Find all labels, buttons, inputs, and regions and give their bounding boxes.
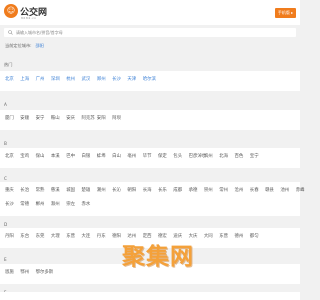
city-link[interactable]: 赣县 [265, 187, 274, 193]
city-link[interactable]: 北京 [5, 153, 14, 159]
city-link[interactable]: 深圳 [51, 76, 60, 82]
city-link[interactable]: 安宁 [36, 115, 45, 121]
current-location: 当前定位城市: 邵阳 [5, 43, 44, 49]
city-link[interactable]: 亳州 [127, 153, 136, 159]
city-link[interactable]: 保山 [36, 153, 45, 159]
city-link[interactable]: 北京 [5, 76, 14, 82]
watermark-logo: 聚集网 [122, 237, 194, 271]
city-link[interactable]: 东莞 [36, 233, 45, 239]
section-header-b: B [4, 141, 7, 146]
city-link[interactable]: 城固 [66, 187, 75, 193]
city-link[interactable]: 本溪 [51, 153, 60, 159]
footer-bar [0, 292, 300, 300]
city-link[interactable]: 保定 [158, 153, 167, 159]
city-link[interactable]: 长海 [143, 187, 152, 193]
city-link[interactable]: 都匀 [250, 233, 259, 239]
city-link[interactable]: 崇州 [204, 187, 213, 193]
city-link[interactable]: 宝鸡 [20, 153, 29, 159]
city-link[interactable]: 滁州 [51, 201, 60, 207]
city-link[interactable]: 沧州 [235, 187, 244, 193]
city-link[interactable]: 广州 [36, 76, 45, 82]
city-link[interactable]: 厦门 [5, 115, 14, 121]
city-link[interactable]: 郴州 [36, 201, 45, 207]
city-link[interactable]: 长乐 [158, 187, 167, 193]
current-city-link[interactable]: 邵阳 [36, 43, 44, 48]
section-a-cities: 厦门 安顺 安宁 鞍山 安庆 阿克苏 安阳 阿坝 [0, 110, 300, 130]
city-link[interactable]: 长治 [20, 187, 29, 193]
city-link[interactable]: 长沙 [112, 76, 121, 82]
city-link[interactable]: 东台 [20, 233, 29, 239]
search-icon [8, 29, 13, 35]
city-link[interactable]: 安阳 [97, 115, 106, 121]
city-link[interactable]: 北海 [219, 153, 228, 159]
city-link[interactable]: 慈溪 [51, 187, 60, 193]
city-link[interactable]: 楚雄 [82, 187, 91, 193]
city-link[interactable]: 阿坝 [112, 115, 121, 121]
city-link[interactable]: 鄂尔多斯 [36, 269, 54, 275]
city-link[interactable]: 东营 [66, 233, 75, 239]
city-link[interactable]: 承德 [189, 187, 198, 193]
city-link[interactable]: 毕节 [143, 153, 152, 159]
city-link[interactable]: 哈尔滨 [143, 76, 156, 82]
city-link[interactable]: 崇左 [66, 201, 75, 207]
city-link[interactable]: 包头 [173, 153, 182, 159]
city-link[interactable]: 杭州 [66, 76, 75, 82]
city-link[interactable]: 郑州 [97, 76, 106, 82]
mobile-version-button[interactable]: 手机版 ▸ [275, 8, 296, 18]
city-link[interactable]: 阿克苏 [82, 115, 95, 121]
city-link[interactable]: 宝宁 [250, 153, 259, 159]
search-input[interactable] [16, 28, 286, 37]
section-header-d: D [4, 222, 8, 227]
city-link[interactable]: 常德 [20, 201, 29, 207]
site-logo-subtext: 8684.cn [21, 16, 37, 20]
watermark-text: 聚集网 [122, 244, 194, 270]
city-link[interactable]: 重庆 [5, 187, 14, 193]
city-link[interactable]: 成都 [173, 187, 182, 193]
top-bar: ☺ 公交网 8684.cn 手机版 ▸ [0, 0, 300, 25]
city-link[interactable]: 赤水 [82, 201, 91, 207]
city-link[interactable]: 安庆 [66, 115, 75, 121]
city-link[interactable]: 白山 [112, 153, 121, 159]
city-link[interactable]: 巴中 [66, 153, 75, 159]
city-link[interactable]: 大同 [204, 233, 213, 239]
city-link[interactable]: 鞍山 [51, 115, 60, 121]
section-hot-cities: 北京 上海 广州 深圳 杭州 武汉 郑州 长沙 天津 哈尔滨 [0, 71, 300, 91]
section-header-a: A [4, 102, 7, 107]
city-link[interactable]: 大连 [82, 233, 91, 239]
section-c-cities: 重庆 长治 常熟 慈溪 城固 楚雄 潮州 长沁 朝阳 长海 长乐 成都 承德 崇州 常州 沧州 长春 赣县 池州 赤峰… [0, 182, 304, 216]
city-link[interactable]: 滨州 [204, 153, 213, 159]
search-bar[interactable] [4, 28, 296, 37]
city-link[interactable]: 天津 [127, 76, 136, 82]
city-link[interactable]: 德州 [235, 233, 244, 239]
city-link[interactable]: 德阳 [112, 233, 121, 239]
city-link[interactable]: 大理 [51, 233, 60, 239]
city-link[interactable]: 朝阳 [127, 187, 136, 193]
city-link[interactable]: 上海 [20, 76, 29, 82]
city-link[interactable]: 长春 [250, 187, 259, 193]
city-link[interactable]: 安顺 [20, 115, 29, 121]
city-link[interactable]: 潮州 [97, 187, 106, 193]
section-header-hot: 热门 [4, 62, 13, 67]
section-header-e: E [4, 257, 7, 262]
section-b-cities: 北京 宝鸡 保山 本溪 巴中 白银 蚌埠 白山 亳州 毕节 保定 包头 巴彦淖尔 滨州 北海 百色 宝宁 [0, 148, 300, 168]
city-link[interactable]: 蚌埠 [97, 153, 106, 159]
city-link[interactable]: 恩施 [5, 269, 14, 275]
city-link[interactable]: 常熟 [36, 187, 45, 193]
city-link[interactable]: 百色 [235, 153, 244, 159]
city-link[interactable]: 长沙 [5, 201, 14, 207]
logo-icon[interactable]: ☺ [4, 4, 18, 18]
city-link[interactable]: 赤峰 [296, 187, 305, 193]
city-link[interactable]: 鄂州 [20, 269, 29, 275]
city-link[interactable]: 长沁 [112, 187, 121, 193]
location-label: 当前定位城市: [5, 43, 32, 48]
city-link[interactable]: 武汉 [82, 76, 91, 82]
city-link[interactable]: 丹阳 [5, 233, 14, 239]
city-link[interactable]: 白银 [82, 153, 91, 159]
city-link[interactable]: 东营 [219, 233, 228, 239]
city-link[interactable]: 池州 [280, 187, 289, 193]
city-link[interactable]: 常州 [219, 187, 228, 193]
city-link[interactable]: 丹东 [97, 233, 106, 239]
section-header-c: C [4, 176, 7, 181]
